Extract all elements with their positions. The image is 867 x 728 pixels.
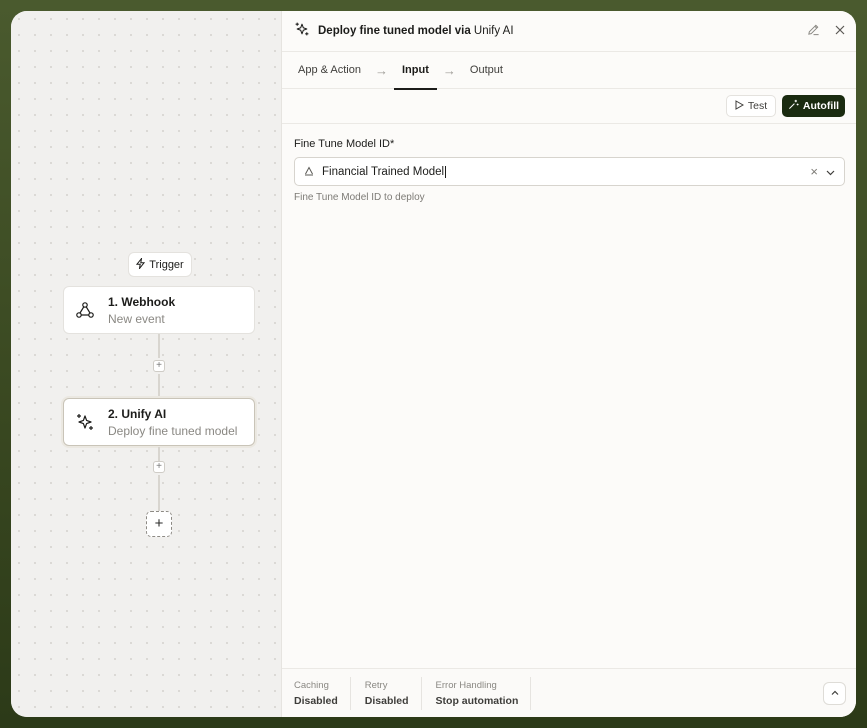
webhook-icon — [74, 299, 96, 321]
close-icon[interactable] — [834, 23, 846, 41]
connector-line — [158, 374, 160, 398]
retry-setting[interactable]: Retry Disabled — [364, 676, 422, 710]
pencil-icon[interactable] — [807, 23, 820, 41]
setting-key: Error Handling — [435, 679, 497, 691]
node-subtitle: New event — [108, 311, 165, 326]
setting-key: Caching — [294, 679, 329, 691]
autofill-button-label: Autofill — [802, 100, 840, 112]
sparkles-icon — [74, 411, 96, 433]
workflow-node-webhook[interactable]: 1. Webhook New event — [63, 286, 255, 334]
play-icon — [735, 99, 744, 113]
connector-line — [158, 475, 160, 511]
test-button-label: Test — [747, 100, 768, 112]
tab-input[interactable]: Input — [394, 52, 437, 90]
arrow-right-icon: → — [442, 62, 456, 78]
fine-tune-model-id-select[interactable]: Financial Trained Model × — [294, 157, 845, 186]
field-label: Fine Tune Model ID* — [294, 138, 395, 150]
trigger-chip[interactable]: Trigger — [128, 252, 192, 277]
sparkles-icon — [294, 21, 310, 42]
arrow-right-icon: → — [375, 62, 388, 78]
test-button[interactable]: Test — [726, 95, 776, 117]
panel-tabs: App & Action → Input → Output — [282, 52, 856, 90]
chevron-down-icon[interactable] — [825, 165, 836, 183]
add-step-button[interactable]: + — [146, 511, 172, 537]
connector-line — [158, 334, 160, 358]
panel-title-action: Deploy fine tuned model via — [318, 25, 471, 37]
panel-title-app: Unify AI — [473, 25, 514, 37]
workflow-canvas[interactable]: Trigger 1. Webhook New event + 2. Unify … — [11, 11, 281, 717]
clear-icon[interactable]: × — [810, 164, 818, 179]
insert-step-button[interactable]: + — [153, 360, 165, 372]
text-type-icon — [304, 163, 314, 181]
autofill-button[interactable]: Autofill — [782, 95, 845, 117]
panel-title: Deploy fine tuned model via Unify AI — [318, 25, 514, 37]
app-window: Trigger 1. Webhook New event + 2. Unify … — [11, 11, 856, 717]
magic-wand-icon — [788, 99, 799, 113]
setting-key: Retry — [364, 679, 388, 691]
expand-footer-button[interactable] — [823, 682, 846, 705]
settings-footer: Caching Disabled Retry Disabled Error Ha… — [282, 668, 856, 717]
setting-value: Disabled — [294, 694, 338, 707]
workflow-node-unify-ai[interactable]: 2. Unify AI Deploy fine tuned model — [63, 398, 255, 446]
trigger-label: Trigger — [149, 258, 184, 271]
chevron-up-icon — [830, 685, 840, 703]
insert-step-button[interactable]: + — [153, 461, 165, 473]
step-config-panel: Deploy fine tuned model via Unify AI App… — [281, 11, 856, 717]
tab-app-action[interactable]: App & Action — [298, 52, 361, 89]
field-help-text: Fine Tune Model ID to deploy — [294, 192, 425, 203]
connector-line — [158, 447, 160, 461]
caching-setting[interactable]: Caching Disabled — [294, 676, 351, 710]
setting-value: Disabled — [364, 694, 409, 707]
panel-header: Deploy fine tuned model via Unify AI — [282, 11, 856, 52]
setting-value: Stop automation — [435, 694, 519, 707]
node-subtitle: Deploy fine tuned model — [108, 423, 238, 438]
error-handling-setting[interactable]: Error Handling Stop automation — [435, 676, 532, 710]
node-title: 1. Webhook — [108, 294, 176, 309]
tab-output[interactable]: Output — [470, 52, 503, 89]
field-value[interactable]: Financial Trained Model — [322, 165, 447, 178]
node-title: 2. Unify AI — [108, 406, 167, 421]
panel-toolbar: Test Autofill — [282, 89, 856, 124]
bolt-icon — [136, 256, 146, 272]
